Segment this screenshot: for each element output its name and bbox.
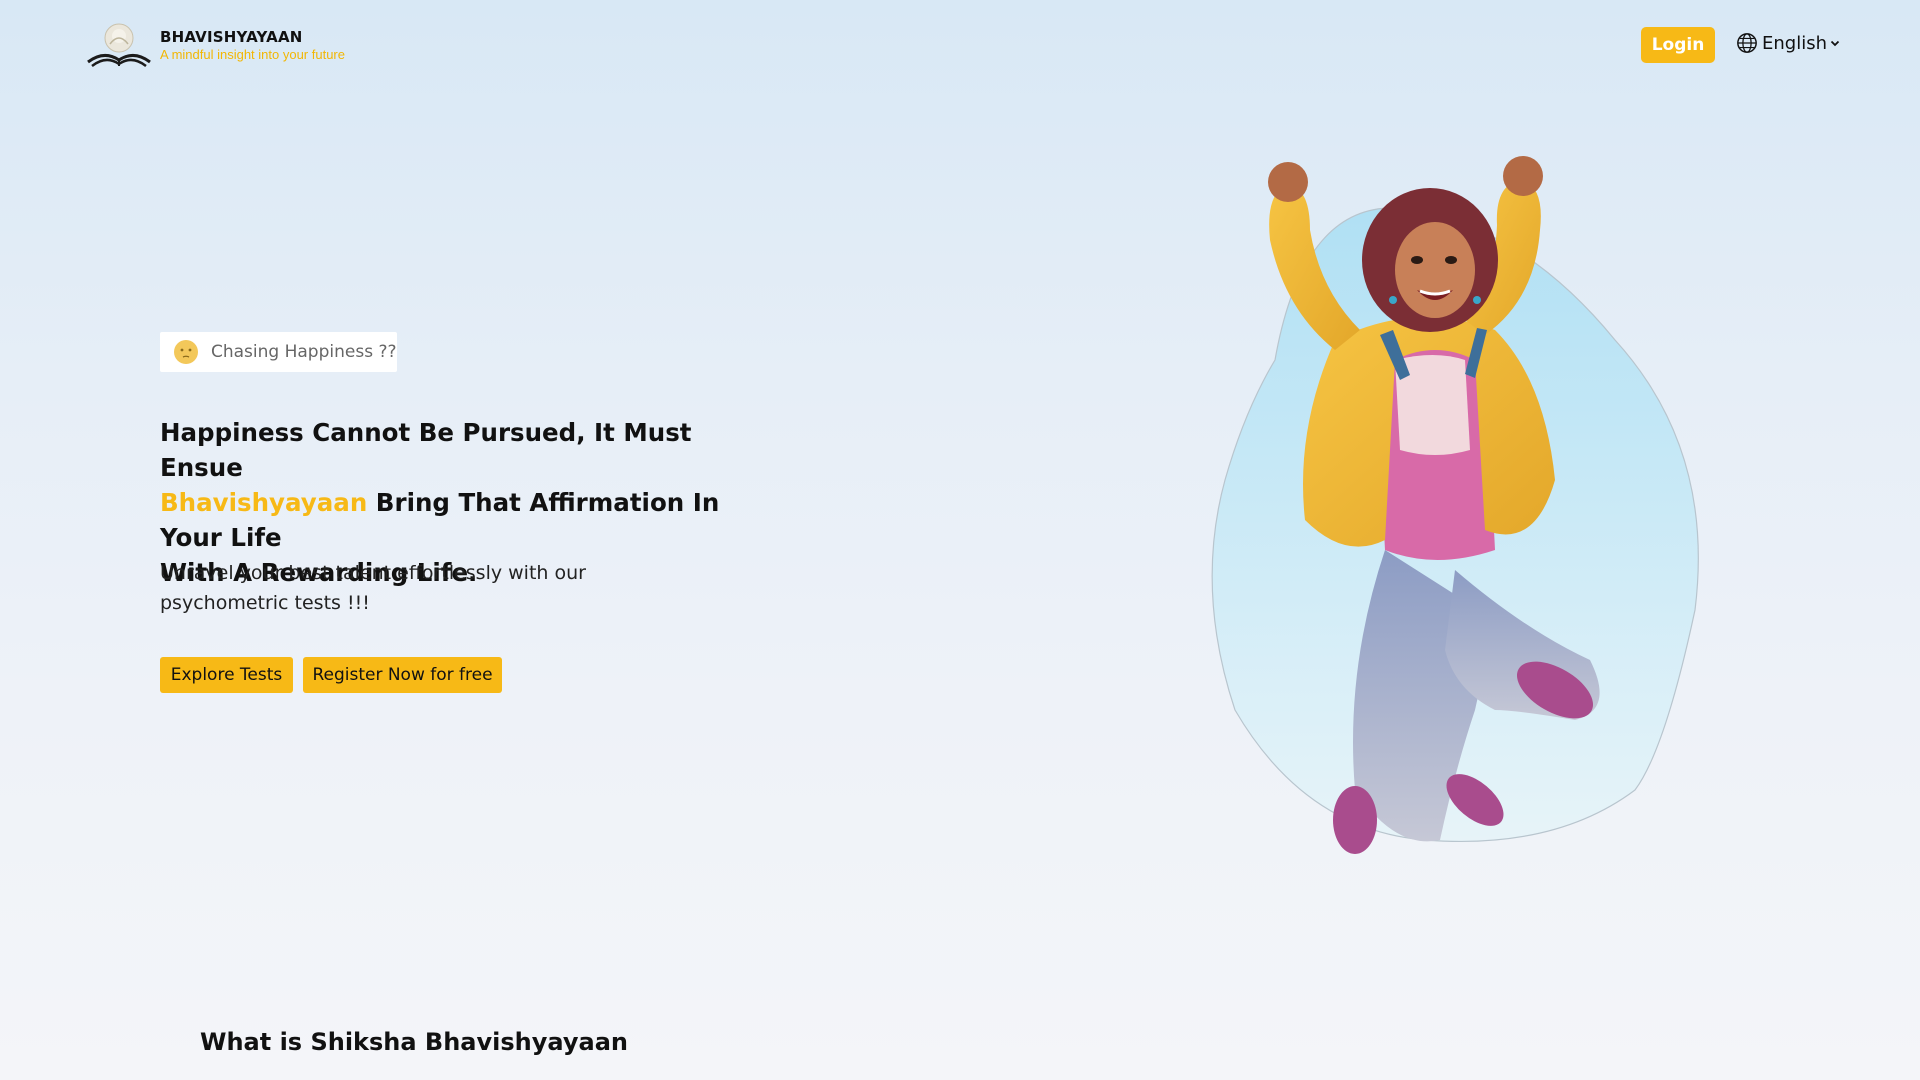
about-section-body-cutoff: [200, 1072, 1720, 1080]
globe-icon: [1737, 33, 1757, 53]
thinking-face-emoji-icon: [174, 340, 198, 364]
hero-heading-brand: Bhavishyayaan: [160, 488, 368, 517]
brand-logo-link[interactable]: BHAVISHYAYAAN A mindful insight into you…: [86, 22, 345, 68]
jumping-woman-illustration: [1211, 156, 1699, 854]
explore-tests-button[interactable]: Explore Tests: [160, 657, 293, 693]
language-selector[interactable]: English: [1736, 32, 1841, 54]
logo-icon: [86, 22, 152, 68]
chasing-happiness-pill: Chasing Happiness ??: [160, 332, 397, 372]
register-now-button[interactable]: Register Now for free: [303, 657, 502, 693]
brand-name: BHAVISHYAYAAN: [160, 27, 303, 46]
hero-heading-line1: Happiness Cannot Be Pursued, It Must Ens…: [160, 418, 692, 482]
hero-illustration: [1195, 150, 1795, 870]
pill-label: Chasing Happiness ??: [211, 342, 397, 362]
about-section-title: What is Shiksha Bhavishyayaan: [200, 1028, 628, 1056]
brand-tagline: A mindful insight into your future: [160, 46, 345, 62]
site-header: BHAVISHYAYAAN A mindful insight into you…: [0, 0, 1920, 95]
hero-subtext: Unravel your best talent effortlessly wi…: [160, 562, 586, 614]
chevron-down-icon: [1830, 40, 1840, 47]
login-button[interactable]: Login: [1641, 27, 1715, 63]
language-label: English: [1762, 32, 1827, 54]
